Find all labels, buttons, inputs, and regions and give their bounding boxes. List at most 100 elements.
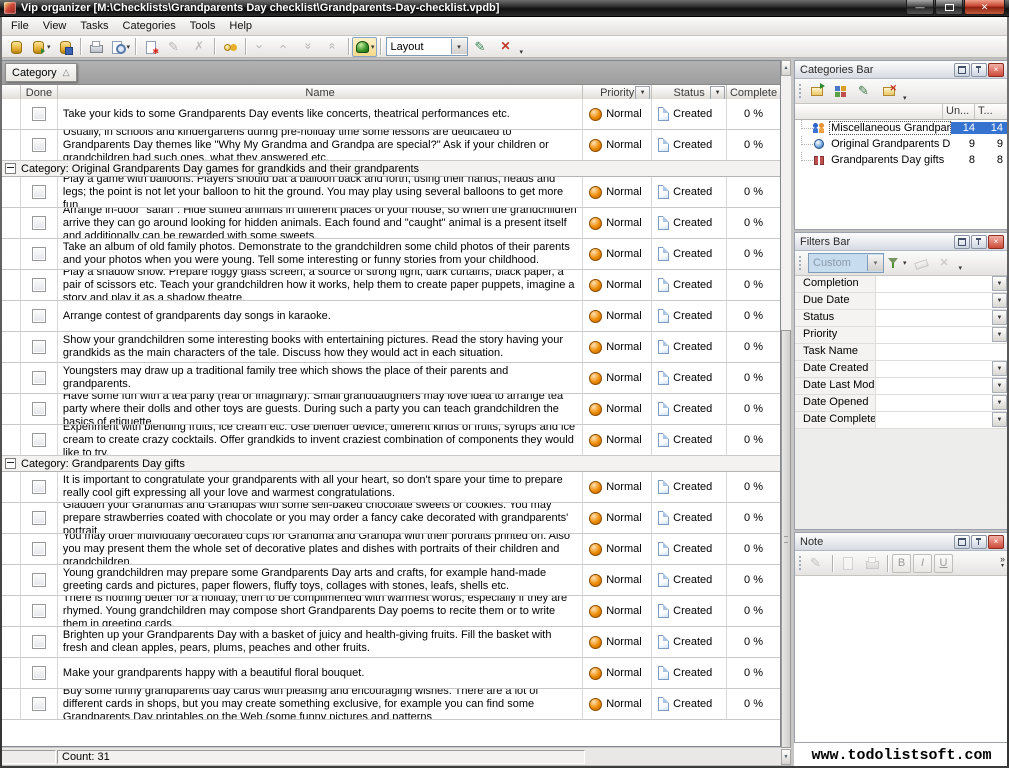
print-button[interactable]: [84, 37, 108, 57]
panel-close-button[interactable]: ×: [988, 235, 1004, 249]
dropdown-caret-icon[interactable]: ▾: [127, 43, 131, 51]
dropdown-caret-icon[interactable]: ▾: [903, 259, 907, 267]
category-tree-item[interactable]: Grandparents Day gifts88: [795, 152, 1007, 168]
category-group-row[interactable]: Category: Original Grandparents Day game…: [1, 161, 780, 177]
notification-button[interactable]: ▾: [352, 37, 377, 57]
open-database-button[interactable]: ▾: [28, 37, 53, 57]
toolbar-overflow-caret-icon[interactable]: ▾: [903, 94, 907, 102]
menu-tools[interactable]: Tools: [183, 18, 223, 34]
task-row[interactable]: Gladden your Grandmas and Grandpas with …: [1, 503, 780, 534]
task-row[interactable]: Brighten up your Grandparents Day with a…: [1, 627, 780, 658]
maximize-button[interactable]: [935, 0, 963, 15]
panel-restore-button[interactable]: [954, 235, 970, 249]
task-checkbox[interactable]: [32, 138, 46, 152]
filter-value-field[interactable]: ▼: [876, 412, 1007, 428]
filter-value-field[interactable]: ▼: [876, 395, 1007, 411]
minimize-button[interactable]: —: [906, 0, 934, 15]
header-name[interactable]: Name: [58, 85, 583, 100]
edit-category-button[interactable]: [853, 81, 877, 101]
print-preview-button[interactable]: ▾: [108, 37, 133, 57]
panel-close-button[interactable]: ×: [988, 63, 1004, 77]
task-row[interactable]: Play a game with balloons. Players shoul…: [1, 177, 780, 208]
task-row[interactable]: Have some fun with a tea party (real or …: [1, 394, 780, 425]
task-checkbox[interactable]: [32, 542, 46, 556]
status-filter-button[interactable]: ▼: [710, 86, 725, 100]
task-checkbox[interactable]: [32, 278, 46, 292]
panel-restore-button[interactable]: [954, 63, 970, 77]
category-group-row[interactable]: Category: Grandparents Day gifts: [1, 456, 780, 472]
task-checkbox[interactable]: [32, 309, 46, 323]
panel-pin-button[interactable]: [971, 535, 987, 549]
task-row[interactable]: Take your kids to some Grandparents Day …: [1, 99, 780, 130]
task-checkbox[interactable]: [32, 573, 46, 587]
filter-dropdown-button[interactable]: ▼: [992, 395, 1007, 410]
task-checkbox[interactable]: [32, 480, 46, 494]
task-row[interactable]: Play a shadow show. Prepare foggy glass …: [1, 270, 780, 301]
filter-value-field[interactable]: ▼: [876, 276, 1007, 292]
filter-dropdown-button[interactable]: ▼: [992, 276, 1007, 291]
delete-category-button[interactable]: [877, 81, 901, 101]
task-row[interactable]: Youngsters may draw up a traditional fam…: [1, 363, 780, 394]
filter-value-field[interactable]: ▼: [876, 361, 1007, 377]
collapse-group-icon[interactable]: [5, 458, 16, 469]
category-tree-item[interactable]: Miscellaneous Grandparents Day .1414: [795, 120, 1007, 136]
collapse-group-icon[interactable]: [5, 163, 16, 174]
panel-close-button[interactable]: ×: [988, 535, 1004, 549]
category-tree-item[interactable]: Original Grandparents Day games99: [795, 136, 1007, 152]
task-row[interactable]: Buy some funny grandparents day cards wi…: [1, 689, 780, 720]
new-database-button[interactable]: [4, 37, 28, 57]
scrollbar-thumb[interactable]: [781, 330, 791, 748]
task-row[interactable]: Show your grandchildren some interesting…: [1, 332, 780, 363]
toolbar-overflow-caret-icon[interactable]: ▾: [959, 264, 963, 272]
task-row[interactable]: There is nothing better for a holiday, t…: [1, 596, 780, 627]
filter-value-field[interactable]: ▼: [876, 310, 1007, 326]
delete-layout-button[interactable]: [494, 37, 518, 57]
category-group-button[interactable]: Category △: [5, 63, 77, 82]
task-checkbox[interactable]: [32, 185, 46, 199]
task-row[interactable]: You may order individually decorated cup…: [1, 534, 780, 565]
panel-pin-button[interactable]: [971, 235, 987, 249]
categories-column-name[interactable]: [795, 104, 943, 119]
close-button[interactable]: ✕: [964, 0, 1005, 15]
priority-filter-button[interactable]: ▼: [635, 86, 650, 100]
task-checkbox[interactable]: [32, 511, 46, 525]
filter-preset-dropdown-button[interactable]: ▾: [867, 255, 883, 271]
search-button[interactable]: [218, 37, 242, 57]
filter-dropdown-button[interactable]: ▼: [992, 361, 1007, 376]
task-checkbox[interactable]: [32, 402, 46, 416]
filter-value-field[interactable]: ▼: [876, 327, 1007, 343]
toolbar-grip[interactable]: [798, 555, 802, 571]
filter-dropdown-button[interactable]: ▼: [992, 378, 1007, 393]
filter-dropdown-button[interactable]: ▼: [992, 412, 1007, 427]
grid-vertical-scrollbar[interactable]: ▲ ▼: [781, 60, 791, 765]
edit-layout-button[interactable]: [470, 37, 494, 57]
task-checkbox[interactable]: [32, 216, 46, 230]
task-row[interactable]: Arrange contest of grandparents day song…: [1, 301, 780, 332]
filter-dropdown-button[interactable]: ▼: [992, 293, 1007, 308]
task-checkbox[interactable]: [32, 247, 46, 261]
task-checkbox[interactable]: [32, 371, 46, 385]
menu-view[interactable]: View: [36, 18, 74, 34]
task-row[interactable]: Arrange in-door "safari". Hide stuffed a…: [1, 208, 780, 239]
note-content[interactable]: [795, 575, 1007, 742]
filter-preset-combobox[interactable]: Custom ▾: [808, 253, 884, 273]
task-row[interactable]: Make your grandparents happy with a beau…: [1, 658, 780, 689]
toolbar-overflow-button[interactable]: » ▾: [1000, 556, 1005, 570]
apply-filter-button[interactable]: ▾: [884, 253, 909, 273]
task-checkbox[interactable]: [32, 666, 46, 680]
menu-help[interactable]: Help: [222, 18, 259, 34]
toolbar-overflow-caret-icon[interactable]: ▾: [520, 48, 524, 56]
filter-value-field[interactable]: ▼: [876, 378, 1007, 394]
menu-tasks[interactable]: Tasks: [73, 18, 115, 34]
header-done[interactable]: Done: [21, 85, 58, 100]
dropdown-caret-icon[interactable]: ▾: [47, 43, 51, 51]
task-checkbox[interactable]: [32, 604, 46, 618]
filter-value-field[interactable]: [876, 344, 1007, 360]
header-priority[interactable]: Priority ▼: [583, 85, 652, 100]
categories-column-total[interactable]: T...: [975, 104, 1007, 119]
new-task-button[interactable]: [139, 37, 163, 57]
task-row[interactable]: Usually, in schools and kindergartens du…: [1, 130, 780, 161]
filter-value-field[interactable]: ▼: [876, 293, 1007, 309]
menu-file[interactable]: File: [4, 18, 36, 34]
add-subcategory-button[interactable]: [829, 81, 853, 101]
